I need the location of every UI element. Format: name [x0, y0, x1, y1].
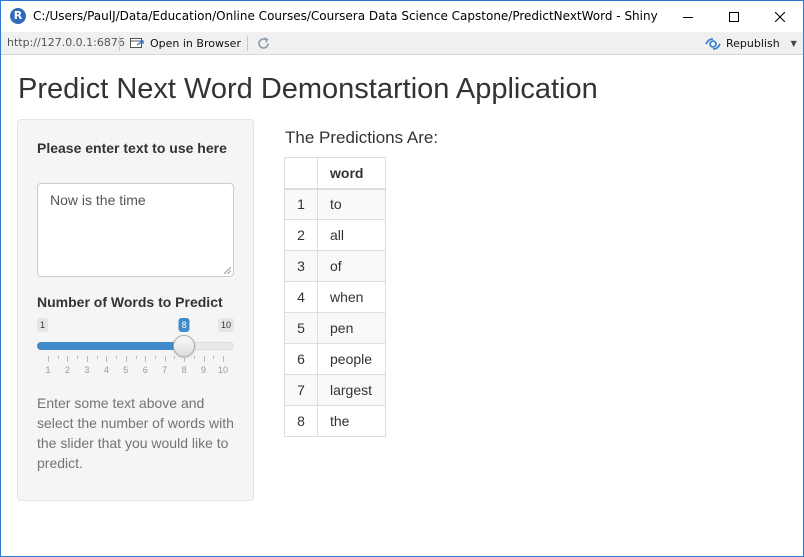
- refresh-button[interactable]: [255, 35, 272, 52]
- slider-tick: [86, 356, 88, 362]
- table-row: 1 to: [284, 188, 386, 220]
- slider-tick-label: 6: [142, 365, 148, 375]
- close-icon: [775, 11, 785, 22]
- table-row: 3 of: [284, 250, 386, 282]
- slider-handle[interactable]: [173, 335, 196, 357]
- slider-fill-bar: [37, 342, 185, 350]
- slider-tick-label: 9: [201, 365, 207, 375]
- row-index: 3: [284, 250, 318, 282]
- slider-minor-tick: [57, 356, 59, 359]
- slider-tick: [203, 356, 205, 362]
- row-word: all: [317, 219, 386, 251]
- slider-minor-tick: [96, 356, 98, 359]
- slider-tick-label: 7: [162, 365, 168, 375]
- table-header-row: word: [284, 157, 386, 190]
- index-column-header: [284, 157, 318, 190]
- row-word: largest: [317, 374, 386, 406]
- slider-tick: [125, 356, 127, 362]
- row-index: 7: [284, 374, 318, 406]
- table-row: 4 when: [284, 281, 386, 313]
- row-index: 2: [284, 219, 318, 251]
- resize-grip-icon[interactable]: [224, 267, 231, 274]
- minimize-button[interactable]: [665, 1, 711, 32]
- slider-tick-label: 3: [84, 365, 90, 375]
- table-row: 5 pen: [284, 312, 386, 344]
- row-word: pen: [317, 312, 386, 344]
- predictions-table: word 1 to 2 all 3 of 4 when 5 pen 6 people 7 la…: [284, 157, 386, 437]
- words-count-slider[interactable]: 1 10 8 1 2 3 4 5 6 7 8 9 10: [37, 316, 234, 376]
- open-in-browser-label: Open in Browser: [150, 37, 241, 50]
- minimize-icon: [683, 16, 693, 18]
- table-row: 7 largest: [284, 374, 386, 406]
- table-row: 8 the: [284, 405, 386, 437]
- slider-tick: [48, 356, 49, 362]
- word-column-header: word: [317, 157, 386, 190]
- slider-tick-label: 10: [217, 365, 229, 375]
- republish-icon: [705, 37, 721, 50]
- republish-button[interactable]: Republish ▼: [705, 34, 797, 53]
- row-word: to: [317, 188, 386, 220]
- page-title: Predict Next Word Demonstartion Applicat…: [18, 73, 598, 105]
- r-logo-icon: R: [10, 8, 26, 24]
- help-text: Enter some text above and select the num…: [37, 395, 234, 471]
- slider-tick: [184, 356, 186, 362]
- slider-tick-label: 2: [64, 365, 70, 375]
- viewer-toolbar: http://127.0.0.1:6876 Open in Browser Re…: [1, 32, 803, 55]
- slider-tick-label: 5: [123, 365, 129, 375]
- slider-tick-label: 8: [181, 365, 187, 375]
- table-row: 2 all: [284, 219, 386, 251]
- text-input-label: Please enter text to use here: [37, 140, 227, 156]
- window-title: C:/Users/PaulJ/Data/Education/Online Cou…: [33, 9, 658, 23]
- row-word: people: [317, 343, 386, 375]
- title-bar: R C:/Users/PaulJ/Data/Education/Online C…: [1, 1, 803, 32]
- slider-max-label: 10: [217, 318, 234, 332]
- open-in-browser-button[interactable]: Open in Browser: [129, 34, 241, 53]
- browser-window-icon: [130, 38, 144, 48]
- text-input-area[interactable]: Now is the time: [37, 183, 234, 277]
- slider-label: Number of Words to Predict: [37, 294, 223, 310]
- slider-tick: [164, 356, 166, 362]
- slider-minor-tick: [116, 356, 118, 359]
- slider-minor-tick: [154, 356, 156, 359]
- text-input-value: Now is the time: [50, 192, 146, 208]
- slider-tick: [223, 356, 224, 362]
- row-index: 1: [284, 188, 318, 220]
- slider-min-label: 1: [37, 318, 49, 332]
- row-index: 4: [284, 281, 318, 313]
- republish-label: Republish: [726, 37, 780, 50]
- slider-tick: [145, 356, 147, 362]
- dropdown-caret-icon: ▼: [790, 39, 797, 48]
- row-word: when: [317, 281, 386, 313]
- slider-value-label: 8: [178, 318, 190, 332]
- row-word: of: [317, 250, 386, 282]
- slider-minor-tick: [77, 356, 79, 359]
- url-text: http://127.0.0.1:6876: [7, 36, 125, 49]
- table-row: 6 people: [284, 343, 386, 375]
- slider-tick: [67, 356, 69, 362]
- row-index: 8: [284, 405, 318, 437]
- rstudio-viewer-window: R C:/Users/PaulJ/Data/Education/Online C…: [0, 0, 804, 557]
- row-word: the: [317, 405, 386, 437]
- toolbar-separator: [119, 36, 120, 51]
- row-index: 6: [284, 343, 318, 375]
- maximize-icon: [729, 11, 739, 22]
- slider-minor-tick: [193, 356, 195, 359]
- row-index: 5: [284, 312, 318, 344]
- slider-minor-tick: [213, 356, 215, 359]
- slider-minor-tick: [135, 356, 137, 359]
- slider-tick: [106, 356, 108, 362]
- toolbar-separator: [247, 36, 248, 51]
- slider-tick-label: 1: [45, 365, 51, 375]
- slider-minor-tick: [174, 356, 176, 359]
- predictions-heading: The Predictions Are:: [285, 128, 439, 147]
- refresh-icon: [258, 37, 269, 49]
- maximize-button[interactable]: [711, 1, 757, 32]
- input-sidebar-panel: Please enter text to use here Now is the…: [17, 119, 254, 501]
- close-button[interactable]: [757, 1, 803, 32]
- slider-tick-label: 4: [103, 365, 109, 375]
